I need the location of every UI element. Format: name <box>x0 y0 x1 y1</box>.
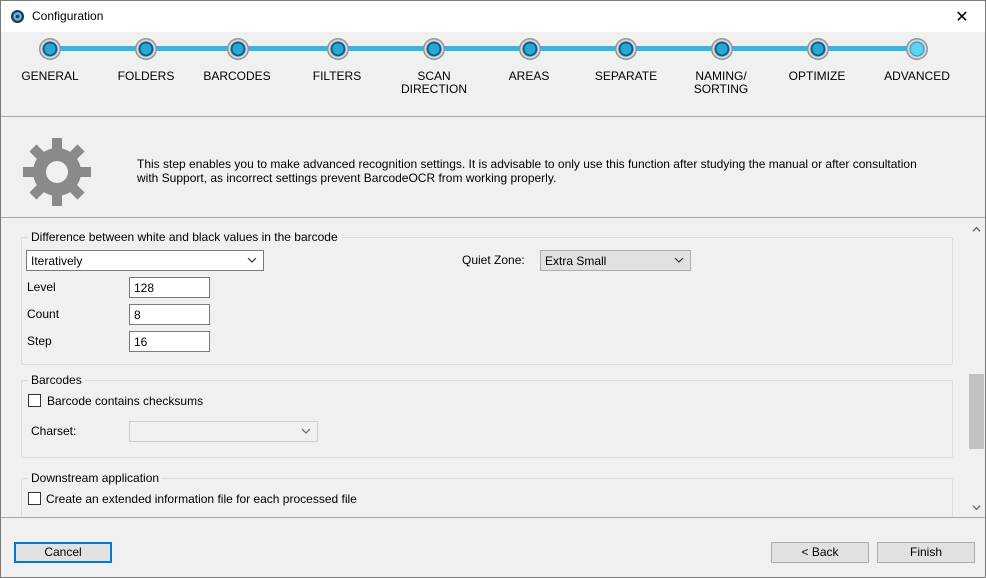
step-label-advanced[interactable]: ADVANCED <box>872 70 962 83</box>
step-label-barcodes[interactable]: BARCODES <box>192 70 282 83</box>
scrollbar-thumb[interactable] <box>969 374 984 449</box>
step-value: 16 <box>134 335 148 349</box>
step-dot-icon[interactable] <box>711 38 733 60</box>
level-label: Level <box>27 280 56 294</box>
count-input[interactable]: 8 <box>129 304 210 325</box>
info-banner: This step enables you to make advanced r… <box>1 118 985 218</box>
step-dot-icon[interactable] <box>519 38 541 60</box>
gear-icon <box>23 138 91 206</box>
chevron-down-icon <box>674 257 684 263</box>
close-icon: ✕ <box>955 8 969 26</box>
step-label-filters[interactable]: FILTERS <box>292 70 382 83</box>
difference-group-title: Difference between white and black value… <box>28 230 341 244</box>
vertical-scrollbar[interactable] <box>968 219 985 517</box>
step-input[interactable]: 16 <box>129 331 210 352</box>
wizard-steps: GENERAL FOLDERS BARCODES FILTERS SCAN DI… <box>1 32 985 117</box>
level-value: 128 <box>134 281 155 295</box>
step-dot-icon[interactable] <box>807 38 829 60</box>
step-label: Step <box>27 334 52 348</box>
extended-info-checkbox[interactable] <box>28 492 41 505</box>
quiet-zone-select[interactable]: Extra Small <box>540 250 691 271</box>
barcodes-group-title: Barcodes <box>28 373 85 387</box>
title-bar: Configuration ✕ <box>1 1 985 32</box>
back-button[interactable]: < Back <box>771 542 869 563</box>
step-dot-icon[interactable] <box>423 38 445 60</box>
step-dot-icon[interactable] <box>906 38 928 60</box>
step-dot-icon[interactable] <box>227 38 249 60</box>
cancel-button[interactable]: Cancel <box>14 542 112 563</box>
step-label-separate[interactable]: SEPARATE <box>581 70 671 83</box>
count-label: Count <box>27 307 60 321</box>
step-track <box>51 46 917 51</box>
step-dot-icon[interactable] <box>135 38 157 60</box>
info-description: This step enables you to make advanced r… <box>137 157 917 185</box>
difference-mode-value: Iteratively <box>31 254 83 268</box>
app-gear-icon <box>10 9 25 24</box>
step-label-optimize[interactable]: OPTIMIZE <box>772 70 862 83</box>
charset-label: Charset: <box>31 424 77 438</box>
step-label-general[interactable]: GENERAL <box>5 70 95 83</box>
step-label-areas[interactable]: AREAS <box>484 70 574 83</box>
scroll-down-icon[interactable] <box>972 503 981 512</box>
footer-bar: Cancel < Back Finish <box>1 519 985 577</box>
configuration-window: Configuration ✕ GENERAL FOLDERS BARCODES… <box>0 0 986 578</box>
extended-info-label[interactable]: Create an extended information file for … <box>46 492 357 506</box>
settings-panel: Difference between white and black value… <box>1 219 985 518</box>
quiet-zone-value: Extra Small <box>545 254 607 268</box>
step-dot-icon[interactable] <box>615 38 637 60</box>
difference-mode-select[interactable]: Iteratively <box>26 250 264 271</box>
chevron-down-icon <box>247 257 257 263</box>
checksum-checkbox[interactable] <box>28 394 41 407</box>
step-label-naming-sorting[interactable]: NAMING/ SORTING <box>676 70 766 96</box>
downstream-group-title: Downstream application <box>28 471 163 485</box>
close-button[interactable]: ✕ <box>939 1 985 32</box>
step-label-scan-direction[interactable]: SCAN DIRECTION <box>389 70 479 96</box>
checksum-label[interactable]: Barcode contains checksums <box>47 394 203 408</box>
level-input[interactable]: 128 <box>129 277 210 298</box>
step-label-folders[interactable]: FOLDERS <box>101 70 191 83</box>
scroll-up-icon[interactable] <box>972 225 981 234</box>
step-dot-icon[interactable] <box>39 38 61 60</box>
finish-button[interactable]: Finish <box>877 542 975 563</box>
charset-select[interactable] <box>129 421 318 442</box>
barcodes-group: Barcodes <box>21 373 953 458</box>
window-title: Configuration <box>32 9 104 23</box>
chevron-down-icon <box>301 428 311 434</box>
quiet-zone-label: Quiet Zone: <box>462 253 525 267</box>
count-value: 8 <box>134 308 141 322</box>
step-dot-icon[interactable] <box>327 38 349 60</box>
